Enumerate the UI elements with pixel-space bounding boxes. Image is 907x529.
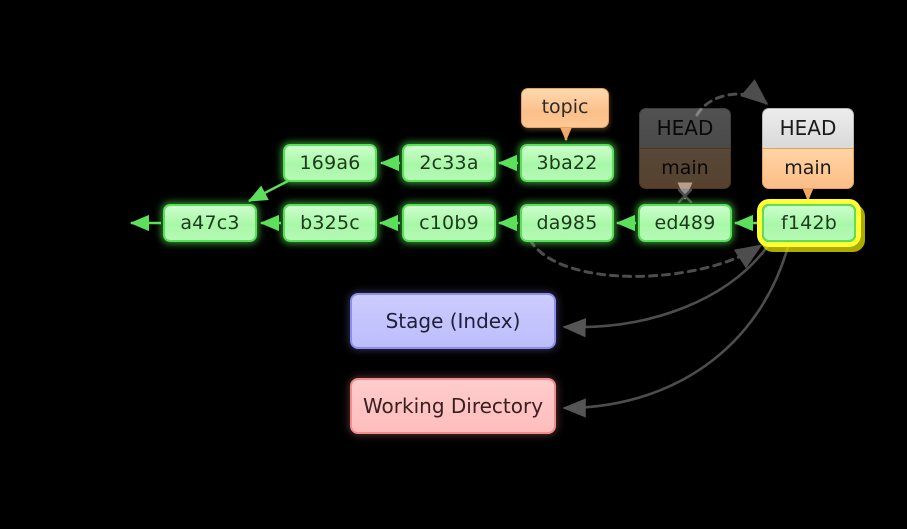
stage-index-box[interactable]: Stage (Index) <box>350 293 556 349</box>
branch-label-main-new: main <box>762 148 854 189</box>
commit-node-a47c3[interactable]: a47c3 <box>163 204 257 242</box>
cancel-x-icon <box>677 188 693 204</box>
git-graph-diagram: 169a6 2c33a 3ba22 a47c3 b325c c10b9 da98… <box>0 0 907 529</box>
edge-f142b-stage <box>562 241 772 338</box>
commit-node-2c33a[interactable]: 2c33a <box>402 144 496 182</box>
edge-head-commit-move <box>528 238 763 278</box>
head-label-new: HEAD <box>762 108 854 148</box>
commit-node-da985[interactable]: da985 <box>520 204 614 242</box>
edge-f142b-workdir <box>562 241 791 418</box>
head-stack-old[interactable]: HEAD main <box>639 108 731 189</box>
head-stack-new[interactable]: HEAD main <box>762 108 854 189</box>
commit-node-c10b9[interactable]: c10b9 <box>402 204 496 242</box>
working-directory-box[interactable]: Working Directory <box>350 378 556 434</box>
commit-node-ed489[interactable]: ed489 <box>638 204 732 242</box>
commit-node-3ba22[interactable]: 3ba22 <box>520 144 614 182</box>
commit-node-f142b[interactable]: f142b <box>762 204 856 242</box>
edge-layer <box>129 79 817 418</box>
commit-node-169a6[interactable]: 169a6 <box>283 144 377 182</box>
head-label-old: HEAD <box>639 108 731 148</box>
reset-edges <box>562 241 791 418</box>
edge-169a6-a47c3 <box>247 179 289 203</box>
commit-node-b325c[interactable]: b325c <box>283 204 377 242</box>
branch-label-main-old: main <box>639 148 731 189</box>
ref-label-topic[interactable]: topic <box>521 88 609 128</box>
